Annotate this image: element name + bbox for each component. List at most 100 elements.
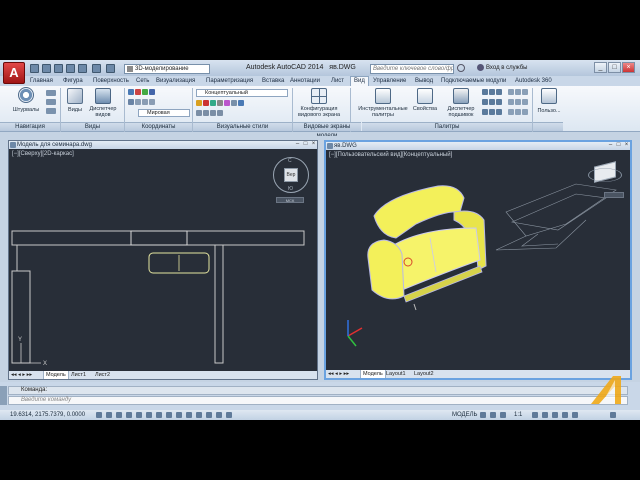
- palette-icon[interactable]: [522, 109, 528, 115]
- tpy-icon[interactable]: [196, 412, 202, 418]
- palette-icon[interactable]: [489, 99, 495, 105]
- search-input[interactable]: Введите ключевое слово/фразу: [370, 64, 454, 74]
- palette-icon[interactable]: [482, 99, 488, 105]
- orbit-icon[interactable]: [46, 99, 56, 105]
- panel-coordinates[interactable]: Координаты: [125, 122, 192, 131]
- tab-home[interactable]: Главная: [30, 77, 53, 86]
- panel-views[interactable]: Виды: [61, 122, 124, 131]
- tab-autodesk360[interactable]: Autodesk 360: [515, 77, 552, 86]
- face-style-icon[interactable]: [238, 100, 244, 106]
- ucs-origin-icon[interactable]: [128, 99, 134, 105]
- lock-icon[interactable]: [552, 412, 558, 418]
- palette-icon[interactable]: [522, 99, 528, 105]
- tab-layout2[interactable]: Layout2: [414, 370, 434, 378]
- close-button[interactable]: ×: [622, 62, 635, 73]
- tab-output[interactable]: Вывод: [415, 77, 433, 86]
- command-window-handle[interactable]: [0, 386, 7, 405]
- ucs-view-icon[interactable]: [135, 99, 141, 105]
- otrack-icon[interactable]: [156, 412, 162, 418]
- viewport-configuration-button[interactable]: Конфигурация видового экрана: [294, 86, 344, 120]
- restore-icon[interactable]: □: [615, 142, 622, 149]
- sc-icon[interactable]: [216, 412, 222, 418]
- edge-jitter-icon[interactable]: [203, 110, 209, 116]
- user-interface-button[interactable]: Пользо...: [534, 86, 564, 120]
- material-icon[interactable]: [224, 100, 230, 106]
- panel-visual-styles[interactable]: Визуальные стили: [193, 122, 292, 131]
- tab-model[interactable]: Модель: [360, 370, 386, 378]
- save-icon[interactable]: [54, 64, 63, 73]
- ucs-dropdown[interactable]: Мировая: [138, 109, 190, 117]
- application-menu-button[interactable]: A: [3, 62, 25, 84]
- ucs-menu[interactable]: МСК: [276, 197, 304, 203]
- annotation-visibility-icon[interactable]: [532, 412, 538, 418]
- tab-layout1[interactable]: Layout1: [386, 370, 406, 378]
- palette-icon[interactable]: [515, 109, 521, 115]
- clean-screen-icon[interactable]: [610, 412, 616, 418]
- undo-icon[interactable]: [92, 64, 101, 73]
- panel-model-viewports[interactable]: Видовые экраны модели: [293, 122, 361, 139]
- nav-arrows[interactable]: ◂◂ ◂ ▸ ▸▸: [328, 370, 349, 378]
- sign-in-button[interactable]: Вход в службы: [477, 64, 528, 71]
- shadow-icon[interactable]: [217, 100, 223, 106]
- restore-icon[interactable]: □: [302, 141, 309, 148]
- view-manager-button[interactable]: Диспетчер видов: [86, 86, 120, 120]
- annotation-scale[interactable]: 1:1: [514, 412, 522, 418]
- tab-render[interactable]: Визуализация: [156, 77, 195, 86]
- viewport-left[interactable]: Модель для семинара.dwg – □ × [−][Сверху…: [8, 140, 318, 380]
- nav-arrows[interactable]: ◂◂ ◂ ▸ ▸▸: [11, 371, 32, 379]
- palette-icon[interactable]: [496, 109, 502, 115]
- am-icon[interactable]: [226, 412, 232, 418]
- tab-layout2[interactable]: Лист2: [95, 371, 110, 379]
- model-space-button[interactable]: МОДЕЛЬ: [452, 412, 477, 418]
- search-icon[interactable]: [457, 64, 465, 72]
- close-icon[interactable]: ×: [310, 141, 317, 148]
- tab-surface[interactable]: Поверхность: [93, 77, 129, 86]
- ucs-face-icon[interactable]: [149, 99, 155, 105]
- tab-solid[interactable]: Фигура: [63, 77, 83, 86]
- palette-icon[interactable]: [508, 109, 514, 115]
- properties-button[interactable]: Свойства: [410, 86, 440, 120]
- workspace-dropdown[interactable]: 3D-моделирование: [124, 64, 210, 74]
- visual-style-dropdown[interactable]: Концептуальный: [196, 89, 288, 97]
- annotation-icon[interactable]: [500, 412, 506, 418]
- snap-icon[interactable]: [96, 412, 102, 418]
- zoom-icon[interactable]: [46, 108, 56, 114]
- tab-insert[interactable]: Вставка: [262, 77, 284, 86]
- tab-parametric[interactable]: Параметризация: [206, 77, 253, 86]
- sheet-set-manager-button[interactable]: Диспетчер подшивок: [443, 86, 479, 120]
- hardware-acceleration-icon[interactable]: [562, 412, 568, 418]
- edge-color-icon[interactable]: [196, 110, 202, 116]
- panel-user-interface[interactable]: [533, 122, 563, 131]
- palette-icon[interactable]: [508, 89, 514, 95]
- tab-layout1[interactable]: Лист1: [71, 371, 86, 379]
- quick-layout-icon[interactable]: [490, 412, 496, 418]
- tab-addins[interactable]: Подключаемые модули: [441, 77, 506, 86]
- osnap-icon[interactable]: [136, 412, 142, 418]
- viewport-right-canvas[interactable]: [−][Пользовательский вид][Концептуальный…: [326, 150, 630, 378]
- save-as-icon[interactable]: [66, 64, 75, 73]
- open-icon[interactable]: [42, 64, 51, 73]
- ucs-icon[interactable]: [128, 89, 134, 95]
- panel-palettes[interactable]: Палитры: [362, 122, 532, 131]
- 3dosnap-icon[interactable]: [146, 412, 152, 418]
- minimize-icon[interactable]: –: [607, 142, 614, 149]
- ucs-y-icon[interactable]: [142, 89, 148, 95]
- palette-icon[interactable]: [482, 109, 488, 115]
- palette-icon[interactable]: [508, 99, 514, 105]
- silhouette-icon[interactable]: [217, 110, 223, 116]
- views-button[interactable]: Виды: [64, 86, 86, 120]
- ucs-menu[interactable]: [604, 192, 624, 198]
- minimize-button[interactable]: _: [594, 62, 607, 73]
- viewport-right[interactable]: яв.DWG – □ × [−][Пользовательский вид][К…: [324, 140, 632, 380]
- palette-icon[interactable]: [515, 99, 521, 105]
- palette-icon[interactable]: [496, 99, 502, 105]
- ucs-object-icon[interactable]: [142, 99, 148, 105]
- redo-icon[interactable]: [106, 64, 115, 73]
- dyn-icon[interactable]: [176, 412, 182, 418]
- panel-navigation[interactable]: Навигация: [0, 122, 60, 131]
- edge-overhang-icon[interactable]: [210, 110, 216, 116]
- quick-view-icon[interactable]: [480, 412, 486, 418]
- palette-icon[interactable]: [515, 89, 521, 95]
- color-icon[interactable]: [203, 100, 209, 106]
- lwt-icon[interactable]: [186, 412, 192, 418]
